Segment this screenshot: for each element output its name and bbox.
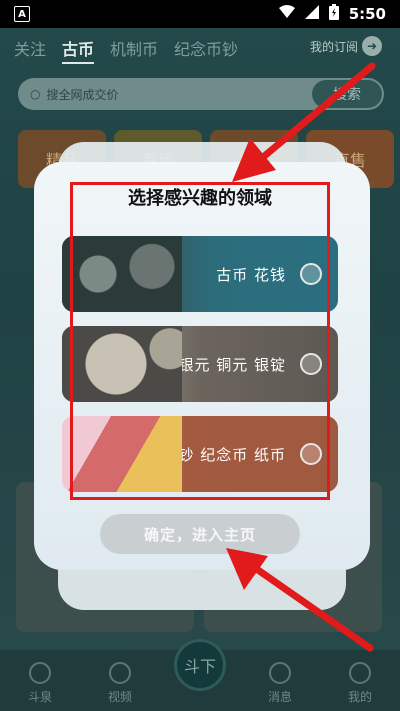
tab-follow[interactable]: 关注 — [14, 36, 46, 64]
nav-label: 斗泉 — [27, 690, 52, 704]
option-radio[interactable] — [300, 443, 322, 465]
nav-center[interactable]: 斗下 — [170, 639, 230, 705]
search-icon: ○ — [30, 87, 41, 101]
tab-ancient-coins[interactable]: 古币 — [62, 36, 95, 64]
status-bar: A 5:50 — [0, 0, 400, 28]
option-radio[interactable] — [300, 353, 322, 375]
tab-commemorative[interactable]: 纪念币钞 — [174, 36, 238, 64]
option-silver-copper[interactable]: 银元 铜元 银锭 — [62, 326, 338, 402]
profile-icon — [349, 662, 371, 684]
option-label: 古币 花钱 — [216, 265, 286, 284]
confirm-enter-home-button[interactable]: 确定，进入主页 — [100, 514, 300, 554]
nav-label: 我的 — [347, 690, 372, 704]
center-action-button[interactable]: 斗下 — [174, 639, 226, 691]
clock-time: 5:50 — [348, 5, 386, 23]
banknotes-image — [62, 416, 182, 492]
bottom-nav: 斗泉 视频 斗下 消息 我的 — [0, 639, 400, 711]
nav-mine[interactable]: 我的 — [330, 662, 390, 705]
message-icon — [269, 662, 291, 684]
option-ancient-coins[interactable]: 古币 花钱 — [62, 236, 338, 312]
search-bar[interactable]: ○ 搜全网成交价 搜索 — [18, 78, 384, 110]
nav-label: 消息 — [267, 690, 292, 704]
signal-icon — [304, 5, 319, 23]
subscribe-label: 我的订阅 — [309, 39, 358, 54]
option-radio[interactable] — [300, 263, 322, 285]
option-banknotes[interactable]: 马钞 纪念币 纸币 — [62, 416, 338, 492]
nav-messages[interactable]: 消息 — [250, 662, 310, 705]
my-subscriptions-button[interactable]: 我的订阅 ➜ — [310, 36, 382, 56]
ancient-coins-image — [62, 236, 182, 312]
arrow-right-icon: ➜ — [362, 36, 382, 56]
nav-label: 视频 — [107, 690, 132, 704]
tab-machine-coins[interactable]: 机制币 — [110, 36, 158, 64]
nav-video[interactable]: 视频 — [90, 662, 150, 705]
battery-charging-icon — [328, 4, 339, 24]
top-tabs: 关注 古币 机制币 纪念币钞 — [14, 36, 238, 64]
option-label: 银元 铜元 银锭 — [178, 355, 286, 374]
search-placeholder: 搜全网成交价 — [46, 87, 119, 102]
nav-douquan[interactable]: 斗泉 — [10, 662, 70, 705]
play-icon — [109, 662, 131, 684]
home-icon — [29, 662, 51, 684]
search-button[interactable]: 搜索 — [312, 80, 382, 108]
app-notification-icon: A — [14, 6, 30, 22]
modal-title: 选择感兴趣的领域 — [128, 188, 272, 209]
silver-coins-image — [62, 326, 182, 402]
wifi-icon — [278, 5, 295, 23]
